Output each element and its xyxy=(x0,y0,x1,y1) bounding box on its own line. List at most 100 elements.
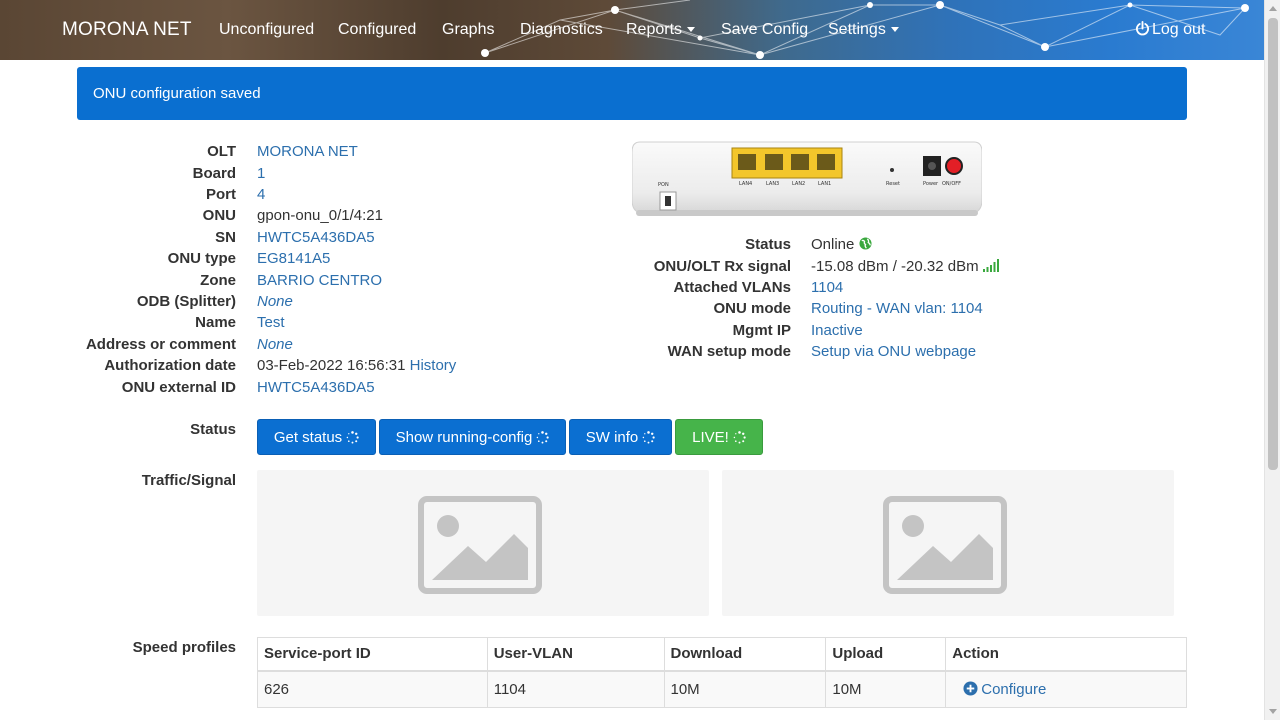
service-port-id-cell: 626 xyxy=(257,670,488,708)
column-header-action: Action xyxy=(945,637,1187,672)
top-navbar: MORONA NET Unconfigured Configured Graph… xyxy=(0,0,1264,60)
brand-logo[interactable]: MORONA NET xyxy=(62,19,192,41)
rx-signal-text: -15.08 dBm / -20.32 dBm xyxy=(811,258,979,275)
onu-mode-label: ONU mode xyxy=(713,300,791,317)
alert-message: ONU configuration saved xyxy=(93,85,261,102)
authorization-date-label: Authorization date xyxy=(104,357,236,374)
traffic-graph-placeholder[interactable] xyxy=(257,470,709,616)
board-value-link[interactable]: 1 xyxy=(257,165,265,182)
status-value: Online xyxy=(811,236,872,253)
nav-save-config[interactable]: Save Config xyxy=(721,21,808,39)
page-scrollbar[interactable] xyxy=(1264,0,1280,720)
odb-label: ODB (Splitter) xyxy=(136,293,236,310)
nav-diagnostics[interactable]: Diagnostics xyxy=(520,21,603,39)
caret-down-icon xyxy=(890,27,899,33)
spinner-icon xyxy=(537,431,550,444)
status-section-label: Status xyxy=(190,421,236,438)
port-lan3-label: LAN3 xyxy=(766,181,779,187)
plus-circle-icon xyxy=(963,681,978,696)
live-label: LIVE! xyxy=(692,429,729,446)
port-label: Port xyxy=(206,186,236,203)
attached-vlans-link[interactable]: 1104 xyxy=(811,279,843,296)
column-header-upload: Upload xyxy=(825,637,947,672)
onu-type-label: ONU type xyxy=(167,250,236,267)
reset-label: Reset xyxy=(886,181,900,187)
nav-unconfigured[interactable]: Unconfigured xyxy=(219,21,314,39)
column-header-service-port-id: Service-port ID xyxy=(257,637,488,672)
onoff-label: ON/OFF xyxy=(942,181,961,187)
history-link[interactable]: History xyxy=(410,357,457,374)
status-text: Online xyxy=(811,236,855,253)
spinner-icon xyxy=(346,431,359,444)
speed-profiles-table: Service-port ID User-VLAN Download Uploa… xyxy=(257,637,1187,708)
port-lan4-label: LAN4 xyxy=(739,181,752,187)
address-value-link[interactable]: None xyxy=(257,336,293,353)
nav-configured[interactable]: Configured xyxy=(338,21,416,39)
table-header-row: Service-port ID User-VLAN Download Uploa… xyxy=(257,637,1187,672)
pon-port-label: PON xyxy=(658,182,669,188)
nav-reports[interactable]: Reports xyxy=(626,21,696,39)
board-label: Board xyxy=(192,165,236,182)
odb-value-link[interactable]: None xyxy=(257,293,293,310)
external-id-label: ONU external ID xyxy=(121,379,236,396)
nav-settings-label: Settings xyxy=(828,21,886,38)
onu-type-value-link[interactable]: EG8141A5 xyxy=(257,250,330,267)
configure-speed-profile-link[interactable]: Configure xyxy=(963,681,1046,698)
onu-device-image: LAN4 LAN3 LAN2 LAN1 PON Reset Power ON/O… xyxy=(632,141,982,216)
traffic-signal-label: Traffic/Signal xyxy=(141,472,236,489)
signal-strength-icon xyxy=(982,259,999,272)
zone-label: Zone xyxy=(200,272,236,289)
authorization-date-value: 03-Feb-2022 16:56:31 History xyxy=(257,357,456,374)
speed-profiles-label: Speed profiles xyxy=(132,639,236,656)
mgmt-ip-link[interactable]: Inactive xyxy=(811,322,863,339)
scroll-thumb[interactable] xyxy=(1268,18,1278,470)
nav-reports-label: Reports xyxy=(626,21,683,38)
power-icon xyxy=(1135,21,1150,36)
status-label: Status xyxy=(745,236,791,253)
port-value-link[interactable]: 4 xyxy=(257,186,265,203)
spinner-icon xyxy=(733,431,746,444)
sw-info-label: SW info xyxy=(585,429,639,446)
configure-label: Configure xyxy=(981,680,1047,698)
port-lan1-label: LAN1 xyxy=(818,181,831,187)
nav-settings[interactable]: Settings xyxy=(828,21,899,39)
rx-signal-value: -15.08 dBm / -20.32 dBm xyxy=(811,258,1001,275)
power-label: Power xyxy=(923,181,939,187)
signal-graph-placeholder[interactable] xyxy=(722,470,1174,616)
upload-cell: 10M xyxy=(825,670,947,708)
image-placeholder-icon xyxy=(418,496,542,594)
image-placeholder-icon xyxy=(883,496,1007,594)
onu-mode-link[interactable]: Routing - WAN vlan: 1104 xyxy=(811,300,983,317)
olt-value-link[interactable]: MORONA NET xyxy=(257,143,358,160)
sn-label: SN xyxy=(215,229,236,246)
caret-down-icon xyxy=(687,27,696,33)
olt-label: OLT xyxy=(207,143,236,160)
wan-setup-mode-link[interactable]: Setup via ONU webpage xyxy=(811,343,976,360)
port-lan2-label: LAN2 xyxy=(792,181,805,187)
zone-value-link[interactable]: BARRIO CENTRO xyxy=(257,272,382,289)
get-status-label: Get status xyxy=(273,429,343,446)
get-status-button[interactable]: Get status xyxy=(257,419,376,455)
show-running-config-button[interactable]: Show running-config xyxy=(379,419,566,455)
column-header-download: Download xyxy=(663,637,827,672)
download-cell: 10M xyxy=(663,670,827,708)
name-label: Name xyxy=(195,314,236,331)
scroll-down-arrow-icon[interactable] xyxy=(1269,709,1277,714)
onu-label: ONU xyxy=(202,207,236,224)
spinner-icon xyxy=(642,431,655,444)
authorization-date-text: 03-Feb-2022 16:56:31 xyxy=(257,357,406,374)
table-row: 626 1104 10M 10M Configure xyxy=(257,670,1187,708)
attached-vlans-label: Attached VLANs xyxy=(673,279,791,296)
sn-value-link[interactable]: HWTC5A436DA5 xyxy=(257,229,375,246)
external-id-value-link[interactable]: HWTC5A436DA5 xyxy=(257,379,375,396)
action-cell: Configure xyxy=(945,670,1187,708)
live-button[interactable]: LIVE! xyxy=(675,419,763,455)
globe-online-icon xyxy=(858,237,872,250)
nav-graphs[interactable]: Graphs xyxy=(442,21,494,39)
wan-setup-mode-label: WAN setup mode xyxy=(667,343,791,360)
sw-info-button[interactable]: SW info xyxy=(569,419,672,455)
onu-value: gpon-onu_0/1/4:21 xyxy=(257,207,383,224)
name-value-link[interactable]: Test xyxy=(257,314,285,331)
logout-link[interactable]: Log out xyxy=(1135,21,1205,39)
scroll-up-arrow-icon[interactable] xyxy=(1269,6,1277,11)
